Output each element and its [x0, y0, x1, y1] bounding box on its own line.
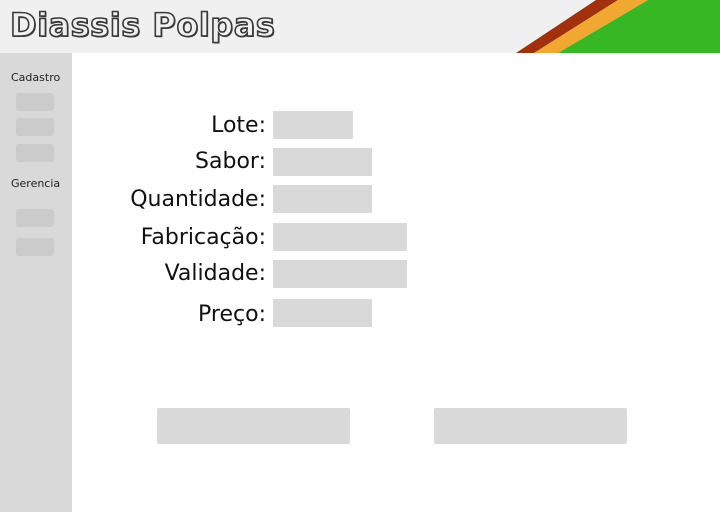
- preco-input[interactable]: [273, 299, 372, 327]
- lote-label: Lote:: [211, 113, 266, 138]
- lote-input[interactable]: [273, 111, 353, 139]
- fabricacao-input[interactable]: [273, 223, 407, 251]
- primary-action-button[interactable]: [157, 408, 350, 444]
- quantidade-label: Quantidade:: [130, 187, 266, 212]
- secondary-action-button[interactable]: [434, 408, 627, 444]
- brand-stripes: [516, 0, 720, 53]
- quantidade-input[interactable]: [273, 185, 372, 213]
- fabricacao-label: Fabricação:: [140, 225, 266, 250]
- validade-label: Validade:: [164, 261, 266, 286]
- sabor-input[interactable]: [273, 148, 372, 176]
- app-header: Diassis Polpas: [0, 0, 720, 53]
- preco-label: Preço:: [198, 302, 266, 327]
- app-title: Diassis Polpas: [9, 5, 276, 45]
- validade-input[interactable]: [273, 260, 407, 288]
- sidebar-item-cadastro-1[interactable]: [16, 93, 54, 111]
- sabor-label: Sabor:: [195, 149, 266, 174]
- sidebar-section-cadastro: Cadastro: [11, 71, 61, 84]
